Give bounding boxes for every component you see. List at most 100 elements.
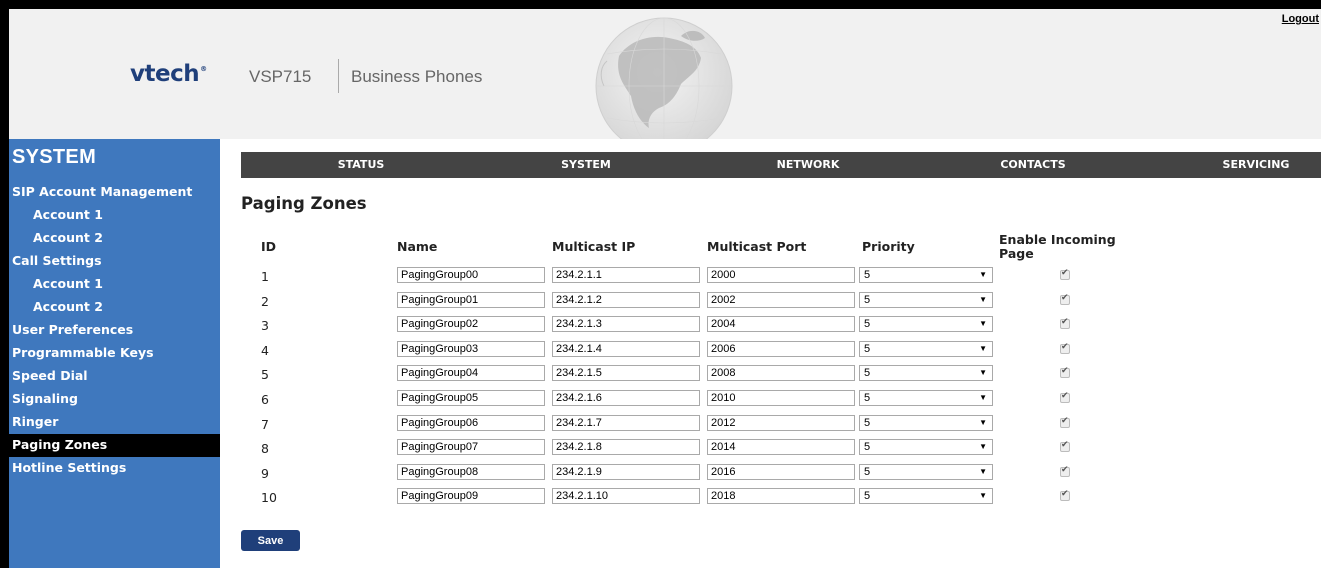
chevron-down-icon: ▼ (979, 270, 987, 279)
top-navigation: STATUS SYSTEM NETWORK CONTACTS SERVICING (241, 152, 1321, 178)
name-field[interactable] (397, 340, 545, 357)
logout-link[interactable]: Logout (1282, 13, 1319, 25)
multicast-ip-field[interactable] (552, 439, 700, 456)
enable-incoming-page-checkbox[interactable] (1060, 465, 1070, 477)
enable-incoming-page-checkbox[interactable] (1060, 268, 1070, 280)
row-id: 7 (261, 416, 269, 432)
priority-select[interactable]: 5 ▼ (859, 439, 993, 456)
registered-mark: ® (200, 65, 207, 73)
multicast-port-field[interactable] (707, 316, 855, 333)
enable-incoming-page-checkbox[interactable] (1060, 489, 1070, 502)
enable-incoming-page-checkbox[interactable] (1060, 416, 1070, 428)
chevron-down-icon: ▼ (979, 343, 987, 353)
multicast-port-field[interactable] (707, 414, 855, 431)
row-id: 9 (261, 465, 269, 481)
nav-tab-contacts[interactable]: CONTACTS (973, 152, 1093, 178)
multicast-port-field[interactable] (707, 365, 855, 382)
nav-tab-servicing[interactable]: SERVICING (1196, 152, 1316, 178)
product-name: Business Phones (351, 67, 483, 86)
header-divider (338, 59, 339, 93)
priority-value: 5 (864, 465, 871, 478)
nav-tab-status[interactable]: STATUS (301, 152, 421, 178)
save-button[interactable]: Save (241, 530, 300, 551)
enable-incoming-page-checkbox[interactable] (1060, 366, 1070, 379)
enable-incoming-page-checkbox[interactable] (1060, 440, 1070, 453)
priority-select[interactable]: 5 ▼ (859, 463, 993, 480)
sidebar-item-account-2[interactable]: Account 2 (9, 227, 220, 250)
name-field[interactable] (397, 488, 545, 505)
priority-select[interactable]: 5 ▼ (859, 414, 993, 431)
row-id: 8 (261, 441, 269, 457)
row-id: 4 (261, 342, 269, 358)
enable-incoming-page-checkbox[interactable] (1060, 342, 1070, 354)
priority-value: 5 (864, 490, 871, 503)
priority-value: 5 (864, 269, 871, 281)
multicast-ip-field[interactable] (552, 316, 700, 333)
chevron-down-icon: ▼ (979, 319, 987, 329)
multicast-port-field[interactable] (707, 488, 855, 505)
multicast-ip-field[interactable] (552, 463, 700, 480)
nav-tab-network[interactable]: NETWORK (748, 152, 868, 178)
globe-icon (595, 17, 733, 139)
multicast-port-field[interactable] (707, 463, 855, 480)
app-frame: Logout vtech® VSP715 Business Phones SYS… (9, 9, 1321, 568)
column-header-enable-line1: Enable Incoming (999, 232, 1116, 247)
priority-select[interactable]: 5 ▼ (859, 340, 993, 357)
name-field[interactable] (397, 316, 545, 333)
multicast-ip-field[interactable] (552, 365, 700, 382)
sidebar-item-programmable-keys[interactable]: Programmable Keys (9, 342, 220, 365)
name-field[interactable] (397, 291, 545, 308)
enable-incoming-page-checkbox[interactable] (1060, 293, 1070, 305)
priority-select[interactable]: 5 ▼ (859, 267, 993, 283)
sidebar-item-sip-account-management[interactable]: SIP Account Management (9, 181, 220, 204)
name-field[interactable] (397, 365, 545, 382)
multicast-port-field[interactable] (707, 390, 855, 406)
multicast-port-field[interactable] (707, 439, 855, 456)
sidebar-item-paging-zones[interactable]: Paging Zones (9, 434, 220, 457)
enable-incoming-page-checkbox[interactable] (1060, 391, 1070, 403)
priority-value: 5 (864, 441, 871, 454)
multicast-port-field[interactable] (707, 267, 855, 283)
column-header-id: ID (261, 239, 277, 254)
sidebar-item-user-preferences[interactable]: User Preferences (9, 319, 220, 342)
priority-value: 5 (864, 318, 871, 331)
priority-value: 5 (864, 342, 871, 355)
enable-incoming-page-checkbox[interactable] (1060, 317, 1070, 330)
priority-value: 5 (864, 392, 871, 404)
column-header-name: Name (397, 239, 438, 254)
name-field[interactable] (397, 390, 545, 406)
priority-select[interactable]: 5 ▼ (859, 488, 993, 505)
multicast-ip-field[interactable] (552, 291, 700, 308)
column-header-multicast-ip: Multicast IP (552, 239, 636, 254)
priority-select[interactable]: 5 ▼ (859, 316, 993, 333)
name-field[interactable] (397, 414, 545, 431)
priority-select[interactable]: 5 ▼ (859, 390, 993, 406)
sidebar-item-account-1[interactable]: Account 1 (9, 204, 220, 227)
sidebar-item-call-settings[interactable]: Call Settings (9, 250, 220, 273)
row-id: 10 (261, 490, 277, 506)
sidebar-item-hotline-settings[interactable]: Hotline Settings (9, 457, 220, 480)
vtech-logo: vtech® (130, 61, 207, 87)
priority-select[interactable]: 5 ▼ (859, 365, 993, 382)
name-field[interactable] (397, 463, 545, 480)
name-field[interactable] (397, 439, 545, 456)
multicast-ip-field[interactable] (552, 340, 700, 357)
column-header-priority: Priority (862, 239, 915, 254)
sidebar-item-speed-dial[interactable]: Speed Dial (9, 365, 220, 388)
priority-select[interactable]: 5 ▼ (859, 291, 993, 308)
name-field[interactable] (397, 267, 545, 283)
multicast-port-field[interactable] (707, 291, 855, 308)
sidebar-item-ringer[interactable]: Ringer (9, 411, 220, 434)
sidebar-item-account-2-2[interactable]: Account 2 (9, 296, 220, 319)
multicast-ip-field[interactable] (552, 390, 700, 406)
multicast-ip-field[interactable] (552, 488, 700, 505)
multicast-ip-field[interactable] (552, 267, 700, 283)
column-header-enable-incoming-page: Enable Incoming Page (999, 233, 1116, 261)
sidebar-item-account-1-2[interactable]: Account 1 (9, 273, 220, 296)
sidebar-item-signaling[interactable]: Signaling (9, 388, 220, 411)
chevron-down-icon: ▼ (979, 466, 987, 476)
multicast-ip-field[interactable] (552, 414, 700, 431)
multicast-port-field[interactable] (707, 340, 855, 357)
nav-tab-system[interactable]: SYSTEM (526, 152, 646, 178)
column-header-multicast-port: Multicast Port (707, 239, 807, 254)
